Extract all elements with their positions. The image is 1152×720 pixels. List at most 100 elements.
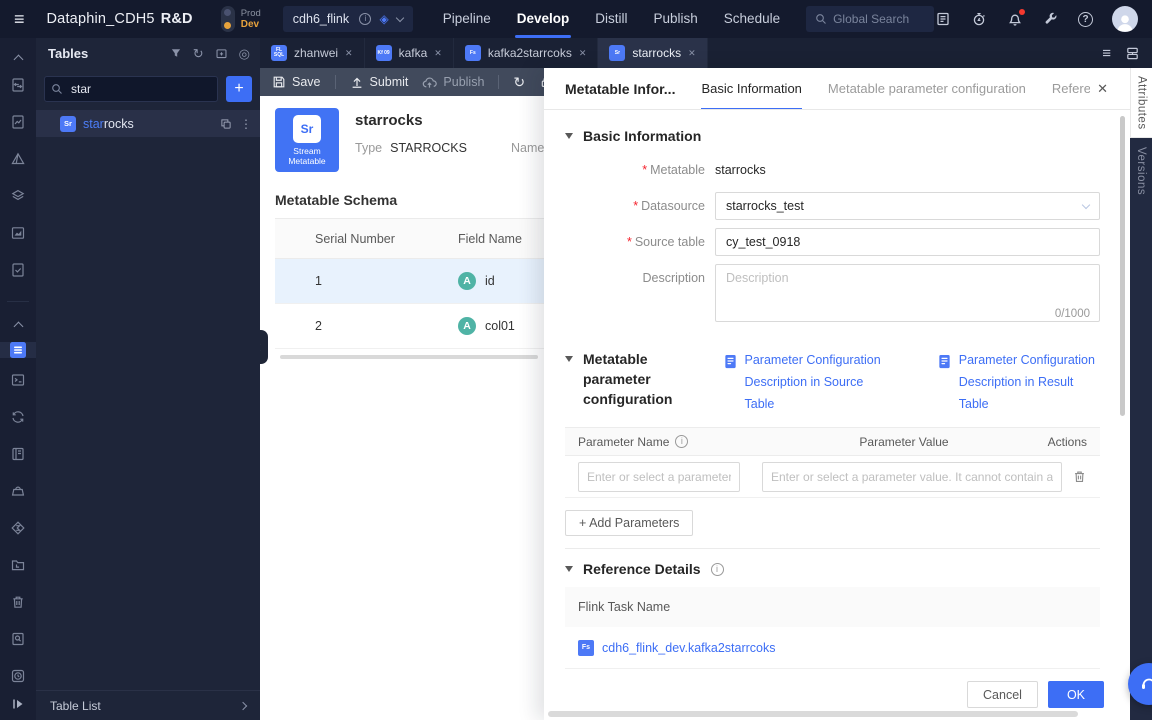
area-chart-icon[interactable] [10, 225, 26, 241]
app-screen: ≡ Dataphin_CDH5 R&D Prod Dev cdh6_flink i… [0, 0, 1152, 720]
parameter-value-input[interactable] [762, 461, 1062, 492]
sync-icon[interactable] [10, 409, 26, 425]
nav-pipeline[interactable]: Pipeline [443, 0, 491, 38]
metatable-type-value: STARROCKS [390, 141, 467, 155]
tab-zhanwei[interactable]: FL SQL zhanwei ✕ [260, 38, 365, 68]
pyramid-icon[interactable] [10, 151, 26, 167]
close-tab-icon[interactable]: ✕ [345, 48, 353, 59]
nav-develop[interactable]: Develop [514, 0, 571, 38]
table-search-input[interactable] [44, 76, 218, 102]
basket-icon[interactable] [10, 483, 26, 499]
trash-icon[interactable] [10, 594, 26, 610]
attributes-tab[interactable]: Attributes [1130, 68, 1152, 138]
headset-icon [1142, 678, 1152, 689]
tab-list-icon[interactable]: ≡ [1102, 45, 1111, 62]
layers-icon[interactable] [10, 188, 26, 204]
filter-icon[interactable] [170, 47, 182, 59]
alarm-icon[interactable] [970, 11, 987, 28]
vertical-scrollbar[interactable] [1120, 116, 1125, 416]
split-view-icon[interactable] [1125, 46, 1140, 61]
nav-schedule[interactable]: Schedule [724, 0, 780, 38]
audit-search-icon[interactable] [10, 631, 26, 647]
datasource-select[interactable]: starrocks_test [715, 192, 1100, 220]
horizontal-scrollbar[interactable] [280, 355, 538, 359]
search-icon [816, 14, 826, 24]
terminal-icon[interactable] [10, 372, 26, 388]
param-section-title: Metatable parameter configuration [583, 351, 673, 407]
notification-bell-icon[interactable] [1006, 8, 1025, 28]
hamburger-menu-icon[interactable]: ≡ [14, 9, 25, 30]
section-collapse-icon[interactable] [565, 356, 573, 362]
project-selector[interactable]: cdh6_flink i ◈ [282, 6, 413, 32]
close-tab-icon[interactable]: ✕ [434, 48, 442, 59]
rail-section-up-icon[interactable] [13, 321, 23, 332]
env-toggle-pill[interactable] [220, 6, 235, 32]
project-info-icon[interactable]: i [359, 13, 372, 25]
result-table-doc-link[interactable]: Parameter Configuration Description in Re… [938, 349, 1100, 415]
more-actions-icon[interactable]: ⋮ [240, 117, 252, 131]
wrench-icon[interactable] [1042, 11, 1059, 28]
refresh-icon[interactable]: ↻ [193, 47, 204, 60]
notebook-icon[interactable] [10, 446, 26, 462]
env-toggle[interactable]: Prod Dev [220, 6, 261, 32]
nav-publish[interactable]: Publish [654, 0, 698, 38]
publish-button[interactable]: Publish [422, 75, 484, 90]
info-icon[interactable]: i [710, 562, 724, 576]
chart-report-icon[interactable] [10, 114, 26, 130]
save-button[interactable]: Save [272, 75, 321, 89]
reload-icon[interactable]: ↻ [513, 75, 525, 89]
section-collapse-icon[interactable] [565, 133, 573, 139]
global-search[interactable] [806, 6, 934, 32]
tab-starrocks[interactable]: Sr starrocks ✕ [598, 38, 708, 68]
tab-kafka[interactable]: Kf 09 kafka ✕ [365, 38, 454, 68]
approved-doc-icon[interactable] [10, 262, 26, 278]
section-collapse-icon[interactable] [565, 566, 573, 572]
field-type-icon: A [458, 272, 476, 290]
delete-row-icon[interactable] [1072, 469, 1087, 484]
table-list-item-starrocks[interactable]: Sr starrocks ⋮ [36, 110, 260, 137]
project-name: cdh6_flink [292, 12, 350, 26]
new-folder-icon[interactable] [215, 47, 228, 60]
project-gem-icon[interactable]: ◈ [379, 13, 388, 25]
tables-nav-active[interactable] [0, 342, 36, 358]
history-clock-icon[interactable] [10, 668, 26, 684]
global-search-input[interactable] [833, 12, 925, 26]
expand-panel-icon[interactable] [10, 696, 26, 712]
versions-tab[interactable]: Versions [1130, 138, 1152, 204]
table-list-footer[interactable]: Table List [36, 690, 260, 720]
copy-icon[interactable] [220, 118, 232, 130]
flink-task-link[interactable]: cdh6_flink_dev.kafka2starrcoks [602, 641, 775, 655]
report-icon[interactable] [934, 11, 951, 28]
source-table-input[interactable] [715, 228, 1100, 256]
source-table-doc-link[interactable]: Parameter Configuration Description in So… [724, 349, 890, 415]
rail-collapse-up-icon[interactable] [13, 54, 23, 65]
tab-reference-details[interactable]: Reference Details [1052, 68, 1090, 109]
description-textarea[interactable] [715, 264, 1100, 322]
parameter-name-input[interactable] [578, 461, 740, 492]
field-type-icon: A [458, 317, 476, 335]
add-parameters-button[interactable]: + Add Parameters [565, 510, 694, 536]
col-actions: Actions [1047, 434, 1087, 449]
tab-parameter-configuration[interactable]: Metatable parameter configuration [828, 68, 1026, 109]
locate-icon[interactable]: ◎ [239, 47, 250, 60]
tab-kafka2starrcoks[interactable]: Fs kafka2starrcoks ✕ [454, 38, 599, 68]
info-icon[interactable]: i [675, 435, 689, 448]
datasource-label: Datasource [641, 199, 705, 213]
nav-distill[interactable]: Distill [595, 0, 627, 38]
add-table-button[interactable]: + [226, 76, 252, 102]
close-tab-icon[interactable]: ✕ [688, 48, 696, 59]
right-side-rail: Attributes Versions [1130, 68, 1152, 720]
right-rail-filler [1130, 204, 1152, 720]
draft-folder-icon[interactable] [10, 557, 26, 573]
data-transfer-icon[interactable] [10, 77, 26, 93]
horizontal-scrollbar[interactable] [548, 711, 1078, 717]
close-tab-icon[interactable]: ✕ [579, 48, 587, 59]
tab-basic-information[interactable]: Basic Information [701, 68, 803, 109]
cancel-button[interactable]: Cancel [967, 681, 1038, 708]
help-icon[interactable]: ? [1078, 11, 1093, 27]
user-avatar[interactable] [1112, 6, 1138, 32]
sigma-diamond-icon[interactable] [10, 520, 26, 536]
drawer-close-icon[interactable]: ✕ [1097, 81, 1108, 97]
submit-button[interactable]: Submit [350, 75, 408, 89]
ok-button[interactable]: OK [1047, 681, 1104, 708]
